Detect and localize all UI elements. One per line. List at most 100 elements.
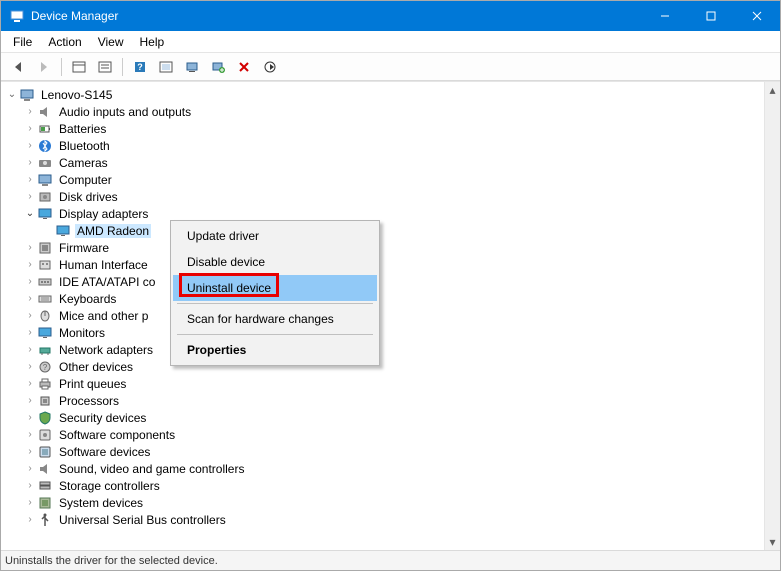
- statusbar-text: Uninstalls the driver for the selected d…: [5, 555, 218, 567]
- scroll-up-button[interactable]: ▴: [765, 82, 780, 98]
- expander-icon[interactable]: ›: [23, 326, 37, 340]
- scroll-down-button[interactable]: ▾: [765, 534, 780, 550]
- category-label: Disk drives: [57, 190, 120, 204]
- category-label: Firmware: [57, 241, 111, 255]
- expander-icon[interactable]: ›: [23, 462, 37, 476]
- category-computer[interactable]: › Computer: [5, 171, 764, 188]
- expander-icon[interactable]: ›: [23, 190, 37, 204]
- expander-icon[interactable]: ›: [23, 139, 37, 153]
- expander-icon[interactable]: ›: [23, 258, 37, 272]
- ide-icon: [37, 274, 53, 290]
- category-processors[interactable]: › Processors: [5, 392, 764, 409]
- category-label: Software devices: [57, 445, 152, 459]
- category-disk-drives[interactable]: › Disk drives: [5, 188, 764, 205]
- other-icon: ?: [37, 359, 53, 375]
- update-driver-button[interactable]: [259, 56, 281, 78]
- expander-icon[interactable]: ›: [23, 292, 37, 306]
- forward-button[interactable]: [33, 56, 55, 78]
- menu-file[interactable]: File: [5, 33, 40, 51]
- expander-icon[interactable]: ›: [23, 411, 37, 425]
- menu-help[interactable]: Help: [132, 33, 173, 51]
- category-label: Human Interface: [57, 258, 150, 272]
- category-cameras[interactable]: › Cameras: [5, 154, 764, 171]
- category-security-devices[interactable]: › Security devices: [5, 409, 764, 426]
- cm-properties[interactable]: Properties: [173, 337, 377, 363]
- category-batteries[interactable]: › Batteries: [5, 120, 764, 137]
- action-button[interactable]: [155, 56, 177, 78]
- help-button[interactable]: ?: [129, 56, 151, 78]
- expander-icon[interactable]: ›: [23, 105, 37, 119]
- content-area: ⌄ Lenovo-S145 › Audio inputs and outputs…: [1, 81, 780, 550]
- menu-view[interactable]: View: [90, 33, 132, 51]
- window-title: Device Manager: [31, 9, 642, 23]
- expander-icon[interactable]: ›: [23, 513, 37, 527]
- scan-hardware-button[interactable]: [181, 56, 203, 78]
- window-controls: [642, 1, 780, 31]
- category-label: Universal Serial Bus controllers: [57, 513, 228, 527]
- add-hardware-button[interactable]: [207, 56, 229, 78]
- expander-icon[interactable]: ›: [23, 122, 37, 136]
- category-software-devices[interactable]: › Software devices: [5, 443, 764, 460]
- category-label: Storage controllers: [57, 479, 162, 493]
- statusbar: Uninstalls the driver for the selected d…: [1, 550, 780, 570]
- cm-separator: [177, 303, 373, 304]
- expander-icon[interactable]: ›: [23, 343, 37, 357]
- cm-scan-hardware[interactable]: Scan for hardware changes: [173, 306, 377, 332]
- expander-icon[interactable]: ›: [23, 496, 37, 510]
- category-keyboards[interactable]: › Keyboards: [5, 290, 764, 307]
- close-button[interactable]: [734, 1, 780, 31]
- security-icon: [37, 410, 53, 426]
- category-firmware[interactable]: › Firmware: [5, 239, 764, 256]
- expander-icon[interactable]: ›: [23, 428, 37, 442]
- cpu-icon: [37, 393, 53, 409]
- expander-icon[interactable]: ›: [23, 275, 37, 289]
- category-other-devices[interactable]: › ? Other devices: [5, 358, 764, 375]
- properties-button[interactable]: [94, 56, 116, 78]
- maximize-button[interactable]: [688, 1, 734, 31]
- category-network-adapters[interactable]: › Network adapters: [5, 341, 764, 358]
- expander-icon[interactable]: ›: [23, 156, 37, 170]
- cm-uninstall-device[interactable]: Uninstall device: [173, 275, 377, 301]
- category-human-interface[interactable]: › Human Interface: [5, 256, 764, 273]
- device-tree[interactable]: ⌄ Lenovo-S145 › Audio inputs and outputs…: [1, 86, 764, 550]
- camera-icon: [37, 155, 53, 171]
- cm-disable-device[interactable]: Disable device: [173, 249, 377, 275]
- category-mice-and-other-p[interactable]: › Mice and other p: [5, 307, 764, 324]
- uninstall-button[interactable]: [233, 56, 255, 78]
- expander-icon[interactable]: ›: [23, 309, 37, 323]
- cm-update-driver[interactable]: Update driver: [173, 223, 377, 249]
- expander-icon[interactable]: ›: [23, 241, 37, 255]
- expander-icon[interactable]: ›: [23, 394, 37, 408]
- category-storage-controllers[interactable]: › Storage controllers: [5, 477, 764, 494]
- expander-icon[interactable]: ⌄: [23, 207, 37, 221]
- category-sound-video-and-game-controllers[interactable]: › Sound, video and game controllers: [5, 460, 764, 477]
- expander-icon[interactable]: ⌄: [5, 88, 19, 102]
- network-icon: [37, 342, 53, 358]
- display-icon: [55, 223, 71, 239]
- minimize-button[interactable]: [642, 1, 688, 31]
- show-hide-console-button[interactable]: [68, 56, 90, 78]
- vertical-scrollbar[interactable]: ▴ ▾: [764, 82, 780, 550]
- expander-icon[interactable]: ›: [23, 360, 37, 374]
- swdev-icon: [37, 444, 53, 460]
- category-display-adapters[interactable]: ⌄ Display adapters: [5, 205, 764, 222]
- menu-action[interactable]: Action: [40, 33, 89, 51]
- back-button[interactable]: [7, 56, 29, 78]
- category-software-components[interactable]: › Software components: [5, 426, 764, 443]
- category-audio-inputs-and-outputs[interactable]: › Audio inputs and outputs: [5, 103, 764, 120]
- tree-root[interactable]: ⌄ Lenovo-S145: [5, 86, 764, 103]
- category-label: Other devices: [57, 360, 135, 374]
- expander-icon[interactable]: ›: [23, 445, 37, 459]
- category-bluetooth[interactable]: › Bluetooth: [5, 137, 764, 154]
- category-monitors[interactable]: › Monitors: [5, 324, 764, 341]
- category-universal-serial-bus-controllers[interactable]: › Universal Serial Bus controllers: [5, 511, 764, 528]
- expander-icon[interactable]: ›: [23, 479, 37, 493]
- category-print-queues[interactable]: › Print queues: [5, 375, 764, 392]
- category-label: Sound, video and game controllers: [57, 462, 246, 476]
- expander-icon[interactable]: ›: [23, 377, 37, 391]
- category-label: Network adapters: [57, 343, 155, 357]
- expander-icon[interactable]: ›: [23, 173, 37, 187]
- category-ide-ata-atapi-co[interactable]: › IDE ATA/ATAPI co: [5, 273, 764, 290]
- device-amd-radeon[interactable]: AMD Radeon: [5, 222, 764, 239]
- category-system-devices[interactable]: › System devices: [5, 494, 764, 511]
